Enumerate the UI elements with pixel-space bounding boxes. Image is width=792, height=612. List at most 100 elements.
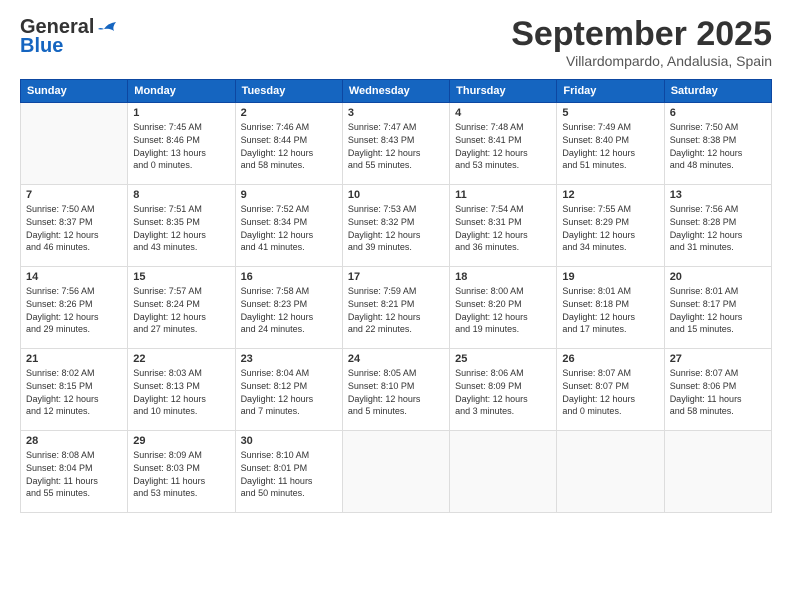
col-monday: Monday bbox=[128, 80, 235, 103]
day-info: Sunrise: 7:59 AMSunset: 8:21 PMDaylight:… bbox=[348, 285, 444, 335]
day-cell: 20 Sunrise: 8:01 AMSunset: 8:17 PMDayligh… bbox=[664, 267, 771, 349]
day-cell: 9 Sunrise: 7:52 AMSunset: 8:34 PMDaylight… bbox=[235, 185, 342, 267]
day-number: 15 bbox=[133, 271, 229, 283]
day-info: Sunrise: 7:57 AMSunset: 8:24 PMDaylight:… bbox=[133, 285, 229, 335]
day-cell: 17 Sunrise: 7:59 AMSunset: 8:21 PMDayligh… bbox=[342, 267, 449, 349]
day-cell: 26 Sunrise: 8:07 AMSunset: 8:07 PMDayligh… bbox=[557, 349, 664, 431]
day-number: 30 bbox=[241, 435, 337, 447]
day-info: Sunrise: 7:58 AMSunset: 8:23 PMDaylight:… bbox=[241, 285, 337, 335]
calendar-header-row: Sunday Monday Tuesday Wednesday Thursday… bbox=[21, 80, 772, 103]
week-row-1: 1 Sunrise: 7:45 AMSunset: 8:46 PMDaylight… bbox=[21, 103, 772, 185]
day-info: Sunrise: 7:51 AMSunset: 8:35 PMDaylight:… bbox=[133, 203, 229, 253]
day-cell: 11Sunrise: 7:54 AMSunset: 8:31 PMDayligh… bbox=[450, 185, 557, 267]
day-cell: 30 Sunrise: 8:10 AMSunset: 8:01 PMDayligh… bbox=[235, 431, 342, 513]
day-cell: 25 Sunrise: 8:06 AMSunset: 8:09 PMDayligh… bbox=[450, 349, 557, 431]
week-row-4: 21 Sunrise: 8:02 AMSunset: 8:15 PMDayligh… bbox=[21, 349, 772, 431]
day-info: Sunrise: 8:02 AMSunset: 8:15 PMDaylight:… bbox=[26, 367, 122, 417]
col-saturday: Saturday bbox=[664, 80, 771, 103]
day-number: 8 bbox=[133, 189, 229, 201]
day-cell: 2Sunrise: 7:46 AMSunset: 8:44 PMDaylight… bbox=[235, 103, 342, 185]
day-cell: 14 Sunrise: 7:56 AMSunset: 8:26 PMDayligh… bbox=[21, 267, 128, 349]
day-cell: 8 Sunrise: 7:51 AMSunset: 8:35 PMDaylight… bbox=[128, 185, 235, 267]
day-cell: 19 Sunrise: 8:01 AMSunset: 8:18 PMDayligh… bbox=[557, 267, 664, 349]
day-info: Sunrise: 8:05 AMSunset: 8:10 PMDaylight:… bbox=[348, 367, 444, 417]
day-number: 19 bbox=[562, 271, 658, 283]
col-wednesday: Wednesday bbox=[342, 80, 449, 103]
week-row-3: 14 Sunrise: 7:56 AMSunset: 8:26 PMDayligh… bbox=[21, 267, 772, 349]
day-cell: 7 Sunrise: 7:50 AMSunset: 8:37 PMDaylight… bbox=[21, 185, 128, 267]
day-info: Sunrise: 7:54 AMSunset: 8:31 PMDaylight:… bbox=[455, 203, 551, 253]
day-number: 20 bbox=[670, 271, 766, 283]
header: General Blue September 2025 Villardompar… bbox=[20, 16, 772, 69]
day-cell: 24 Sunrise: 8:05 AMSunset: 8:10 PMDayligh… bbox=[342, 349, 449, 431]
day-number: 28 bbox=[26, 435, 122, 447]
day-number: 3 bbox=[348, 107, 444, 119]
day-cell: 28Sunrise: 8:08 AMSunset: 8:04 PMDayligh… bbox=[21, 431, 128, 513]
logo: General Blue bbox=[20, 16, 118, 58]
day-info: Sunrise: 7:55 AMSunset: 8:29 PMDaylight:… bbox=[562, 203, 658, 253]
day-info: Sunrise: 8:09 AMSunset: 8:03 PMDaylight:… bbox=[133, 449, 229, 499]
day-number: 25 bbox=[455, 353, 551, 365]
day-number: 10 bbox=[348, 189, 444, 201]
day-number: 26 bbox=[562, 353, 658, 365]
day-info: Sunrise: 8:07 AMSunset: 8:06 PMDaylight:… bbox=[670, 367, 766, 417]
day-cell: 13 Sunrise: 7:56 AMSunset: 8:28 PMDayligh… bbox=[664, 185, 771, 267]
page: General Blue September 2025 Villardompar… bbox=[0, 0, 792, 612]
day-info: Sunrise: 7:47 AMSunset: 8:43 PMDaylight:… bbox=[348, 121, 444, 171]
day-number: 18 bbox=[455, 271, 551, 283]
day-cell: 15 Sunrise: 7:57 AMSunset: 8:24 PMDayligh… bbox=[128, 267, 235, 349]
day-number: 9 bbox=[241, 189, 337, 201]
day-cell: 12 Sunrise: 7:55 AMSunset: 8:29 PMDayligh… bbox=[557, 185, 664, 267]
day-info: Sunrise: 7:53 AMSunset: 8:32 PMDaylight:… bbox=[348, 203, 444, 253]
day-cell bbox=[450, 431, 557, 513]
day-cell: 21 Sunrise: 8:02 AMSunset: 8:15 PMDayligh… bbox=[21, 349, 128, 431]
logo-blue: Blue bbox=[20, 35, 63, 58]
col-sunday: Sunday bbox=[21, 80, 128, 103]
day-info: Sunrise: 7:50 AMSunset: 8:37 PMDaylight:… bbox=[26, 203, 122, 253]
day-cell: 29Sunrise: 8:09 AMSunset: 8:03 PMDayligh… bbox=[128, 431, 235, 513]
day-info: Sunrise: 7:52 AMSunset: 8:34 PMDaylight:… bbox=[241, 203, 337, 253]
day-info: Sunrise: 7:50 AMSunset: 8:38 PMDaylight:… bbox=[670, 121, 766, 171]
day-number: 7 bbox=[26, 189, 122, 201]
day-info: Sunrise: 8:06 AMSunset: 8:09 PMDaylight:… bbox=[455, 367, 551, 417]
day-cell: 22 Sunrise: 8:03 AMSunset: 8:13 PMDayligh… bbox=[128, 349, 235, 431]
day-info: Sunrise: 8:07 AMSunset: 8:07 PMDaylight:… bbox=[562, 367, 658, 417]
day-number: 13 bbox=[670, 189, 766, 201]
day-cell: 3 Sunrise: 7:47 AMSunset: 8:43 PMDaylight… bbox=[342, 103, 449, 185]
calendar-table: Sunday Monday Tuesday Wednesday Thursday… bbox=[20, 79, 772, 513]
day-number: 27 bbox=[670, 353, 766, 365]
day-number: 17 bbox=[348, 271, 444, 283]
week-row-2: 7 Sunrise: 7:50 AMSunset: 8:37 PMDaylight… bbox=[21, 185, 772, 267]
day-info: Sunrise: 8:01 AMSunset: 8:18 PMDaylight:… bbox=[562, 285, 658, 335]
col-tuesday: Tuesday bbox=[235, 80, 342, 103]
day-info: Sunrise: 8:01 AMSunset: 8:17 PMDaylight:… bbox=[670, 285, 766, 335]
day-cell: 10 Sunrise: 7:53 AMSunset: 8:32 PMDayligh… bbox=[342, 185, 449, 267]
month-title: September 2025 bbox=[511, 16, 772, 53]
day-info: Sunrise: 8:03 AMSunset: 8:13 PMDaylight:… bbox=[133, 367, 229, 417]
day-number: 14 bbox=[26, 271, 122, 283]
day-info: Sunrise: 7:45 AMSunset: 8:46 PMDaylight:… bbox=[133, 121, 229, 171]
col-friday: Friday bbox=[557, 80, 664, 103]
day-cell: 16 Sunrise: 7:58 AMSunset: 8:23 PMDayligh… bbox=[235, 267, 342, 349]
day-cell bbox=[664, 431, 771, 513]
day-cell: 18 Sunrise: 8:00 AMSunset: 8:20 PMDayligh… bbox=[450, 267, 557, 349]
day-number: 12 bbox=[562, 189, 658, 201]
day-info: Sunrise: 8:10 AMSunset: 8:01 PMDaylight:… bbox=[241, 449, 337, 499]
day-info: Sunrise: 8:00 AMSunset: 8:20 PMDaylight:… bbox=[455, 285, 551, 335]
day-cell: 5Sunrise: 7:49 AMSunset: 8:40 PMDaylight… bbox=[557, 103, 664, 185]
day-number: 2 bbox=[241, 107, 337, 119]
day-number: 21 bbox=[26, 353, 122, 365]
day-info: Sunrise: 7:56 AMSunset: 8:26 PMDaylight:… bbox=[26, 285, 122, 335]
day-number: 16 bbox=[241, 271, 337, 283]
day-info: Sunrise: 7:56 AMSunset: 8:28 PMDaylight:… bbox=[670, 203, 766, 253]
day-cell bbox=[21, 103, 128, 185]
day-number: 22 bbox=[133, 353, 229, 365]
day-cell bbox=[342, 431, 449, 513]
day-number: 24 bbox=[348, 353, 444, 365]
day-number: 1 bbox=[133, 107, 229, 119]
day-cell: 1 Sunrise: 7:45 AMSunset: 8:46 PMDaylight… bbox=[128, 103, 235, 185]
location-subtitle: Villardompardo, Andalusia, Spain bbox=[511, 53, 772, 69]
logo-bird-icon bbox=[96, 21, 118, 37]
title-area: September 2025 Villardompardo, Andalusia… bbox=[511, 16, 772, 69]
day-cell: 23Sunrise: 8:04 AMSunset: 8:12 PMDayligh… bbox=[235, 349, 342, 431]
